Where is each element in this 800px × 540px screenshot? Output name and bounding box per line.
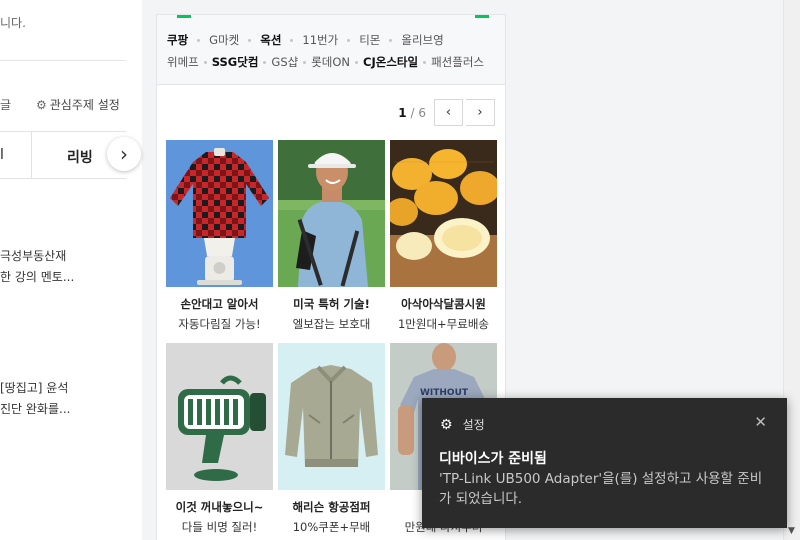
product-title[interactable]: 손안대고 알아서 <box>166 296 273 312</box>
product-image-plaid-shirt[interactable] <box>166 140 273 287</box>
product-card[interactable]: 미국 특허 기술! 엘보잡는 보호대 <box>278 140 385 332</box>
divider <box>0 60 126 61</box>
mall-link-wemakeprice[interactable]: 위메프 <box>167 54 199 70</box>
mall-link-oliveyoung[interactable]: 올리브영 <box>401 32 443 48</box>
scroll-down-icon[interactable]: ▼ <box>788 526 795 536</box>
mall-link-cjonstyle[interactable]: CJ온스타일 <box>363 54 418 70</box>
mall-link-lotteon[interactable]: 롯데ON <box>311 54 350 70</box>
product-title[interactable]: 미국 특허 기술! <box>278 296 385 312</box>
notification-body: 'TP-Link UB500 Adapter'을(를) 설정하고 사용할 준비가… <box>439 471 763 507</box>
product-subtitle[interactable]: 1만원대+무료배송 <box>390 316 497 332</box>
product-card[interactable]: 해리슨 항공점퍼 10%쿠폰+무배 <box>278 343 385 535</box>
product-card[interactable]: 아삭아삭달콤시원 1만원대+무료배송 <box>390 140 497 332</box>
product-card[interactable]: 이것 꺼내놓으니~ 다들 비명 질러! <box>166 343 273 535</box>
mall-link-tmon[interactable]: 티몬 <box>359 32 380 48</box>
next-page-button[interactable]: › <box>466 99 495 126</box>
my-posts-link[interactable]: 글 <box>0 96 11 113</box>
notification-title: 디바이스가 준비됨 <box>439 451 547 467</box>
product-title[interactable]: 이것 꺼내놓으니~ <box>166 499 273 515</box>
mall-link-auction[interactable]: 옥션 <box>260 32 281 48</box>
mall-link-11st[interactable]: 11번가 <box>302 32 338 48</box>
accent-mark <box>475 15 489 18</box>
product-title[interactable]: 아삭아삭달콤시원 <box>390 296 497 312</box>
product-image-bubble-gun[interactable] <box>166 343 273 490</box>
news-item-2-line2[interactable]: 진단 완화를... <box>0 400 70 417</box>
product-subtitle[interactable]: 다들 비명 질러! <box>166 519 273 535</box>
mall-link-ssg[interactable]: SSG닷컴 <box>212 54 259 70</box>
interest-settings-label: 관심주제 설정 <box>49 98 120 112</box>
mall-row-2: 위메프 SSG닷컴 GS샵 롯데ON CJ온스타일 패션플러스 <box>167 51 505 73</box>
accent-mark <box>177 15 191 18</box>
product-title[interactable]: 해리슨 항공점퍼 <box>278 499 385 515</box>
prev-page-button[interactable]: ‹ <box>434 99 463 126</box>
news-item-1-line2[interactable]: 한 강의 멘토... <box>0 268 74 285</box>
news-item-1-line1[interactable]: 극성부동산재 <box>0 247 66 264</box>
interest-settings-button[interactable]: ⚙ 관심주제 설정 <box>36 96 120 113</box>
mall-link-gmarket[interactable]: G마켓 <box>209 32 239 48</box>
mall-link-fashionplus[interactable]: 패션플러스 <box>431 54 484 70</box>
chevron-right-icon: › <box>477 105 483 120</box>
product-card[interactable]: 손안대고 알아서 자동다림질 가능! <box>166 140 273 332</box>
product-subtitle[interactable]: 10%쿠폰+무배 <box>278 519 385 535</box>
left-feed-column: 니다. 글 ⚙ 관심주제 설정 l 리빙 극성부동산재 한 강의 멘토... [… <box>0 0 142 540</box>
tab-divider <box>31 132 32 178</box>
tab-living[interactable]: 리빙 <box>67 147 93 167</box>
notification-app-name: 설정 <box>462 418 485 432</box>
mall-links: 쿠팡 G마켓 옥션 11번가 티몬 올리브영 위메프 SSG닷컴 GS샵 롯데O… <box>157 15 505 85</box>
notification-header: ⚙ 설정 <box>440 416 485 433</box>
gear-icon: ⚙ <box>36 97 47 112</box>
chevron-right-icon: › <box>120 142 128 166</box>
news-item-2-line1[interactable]: [땅집고] 윤석 <box>0 379 68 396</box>
mall-link-coupang[interactable]: 쿠팡 <box>167 32 188 48</box>
mall-row-1: 쿠팡 G마켓 옥션 11번가 티몬 올리브영 <box>167 29 505 51</box>
close-icon[interactable]: ✕ <box>754 413 767 431</box>
mall-link-gsshop[interactable]: GS샵 <box>271 54 298 70</box>
product-image-melons[interactable] <box>390 140 497 287</box>
gear-icon: ⚙ <box>440 416 453 433</box>
tab-previous[interactable]: l <box>0 147 4 163</box>
page-indicator: 1 / 6 <box>398 105 426 120</box>
product-image-jacket[interactable] <box>278 343 385 490</box>
product-pager: 1 / 6 ‹ › <box>398 99 495 126</box>
chevron-left-icon: ‹ <box>445 105 452 120</box>
tab-next-button[interactable]: › <box>107 137 141 171</box>
device-ready-notification[interactable]: ⚙ 설정 ✕ 디바이스가 준비됨 'TP-Link UB500 Adapter'… <box>422 398 787 528</box>
svg-text:WITHOUT: WITHOUT <box>420 388 469 398</box>
product-subtitle[interactable]: 자동다림질 가능! <box>166 316 273 332</box>
product-image-golfer[interactable] <box>278 140 385 287</box>
product-subtitle[interactable]: 엘보잡는 보호대 <box>278 316 385 332</box>
feed-notice-text: 니다. <box>0 16 26 30</box>
